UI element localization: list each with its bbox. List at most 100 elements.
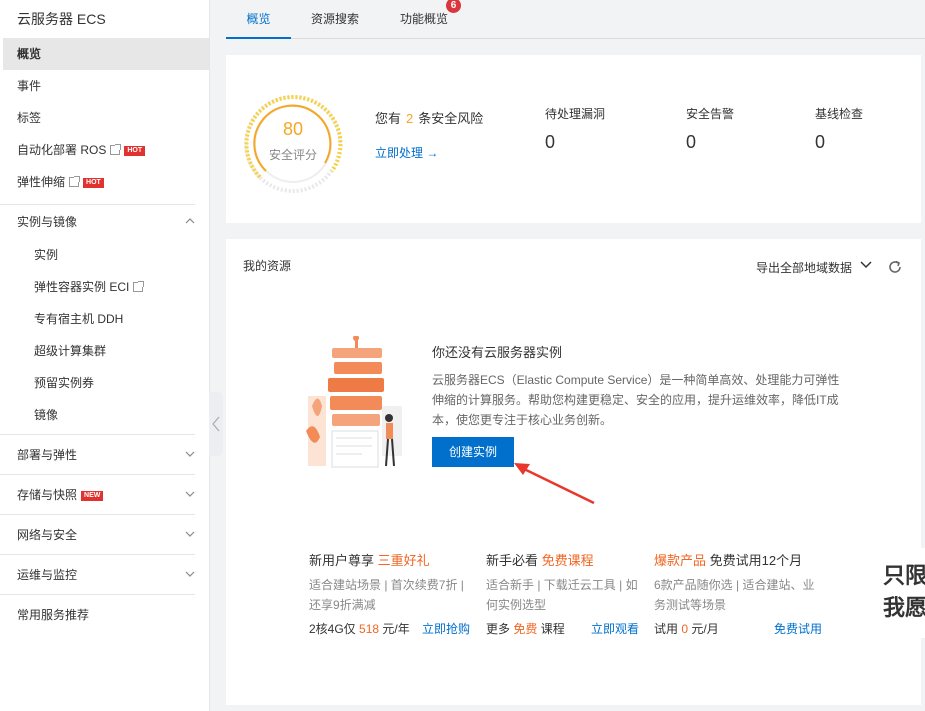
export-region-data-dropdown[interactable]: 导出全部地域数据 (756, 259, 852, 276)
sidebar-item-autoscaling[interactable]: 弹性伸缩 HOT (0, 166, 209, 198)
resources-card: 我的资源 导出全部地域数据 你还没有云服务器实例 云服务器ECS（Elastic… (226, 239, 921, 705)
sidebar-group-label: 部署与弹性 (17, 448, 78, 462)
stat-label: 安全告警 (686, 107, 735, 121)
hot-badge: HOT (124, 146, 146, 156)
promo-title: 新手必看 免费课程 (486, 550, 641, 569)
empty-state-title: 你还没有云服务器实例 (432, 345, 563, 360)
promo-price-text: 试用 (654, 622, 679, 636)
fix-now-link[interactable]: 立即处理 → (375, 144, 438, 161)
chevron-down-icon (185, 451, 195, 457)
watch-now-link[interactable]: 立即观看 (591, 620, 639, 637)
promo-title-highlight: 三重好礼 (377, 553, 430, 568)
sidebar-item-images[interactable]: 镜像 (0, 399, 209, 431)
red-arrow-annotation (514, 463, 595, 505)
sidebar-item-instances[interactable]: 实例 (0, 239, 209, 271)
promo-free-trial: 爆款产品 免费试用12个月 6款产品随你选 | 适合建站、业务测试等场景 (654, 550, 819, 615)
overlay-line: 我愿 (883, 595, 925, 620)
promo-price-unit: 元/月 (691, 622, 719, 636)
create-instance-button[interactable]: 创建实例 (432, 437, 514, 467)
chevron-down-icon (185, 491, 195, 497)
security-card: 80 安全评分 您有 2 条安全风险 立即处理 → 待处理漏洞 0 安全告警 0 基… (226, 55, 921, 223)
hot-badge: HOT (83, 178, 104, 188)
sidebar-group-label: 实例与镜像 (17, 215, 78, 229)
buy-now-link[interactable]: 立即抢购 (422, 620, 470, 637)
chevron-left-icon (212, 416, 220, 432)
promo-title-text: 新手必看 (486, 553, 539, 568)
external-link-icon (133, 281, 145, 292)
promo-title-highlight: 免费课程 (541, 553, 594, 568)
promo-price-value: 518 (359, 622, 380, 636)
security-score-label: 安全评分 (268, 148, 317, 162)
sidebar-item-label: 自动化部署 ROS (17, 143, 107, 157)
promo-new-user: 新用户尊享 三重好礼 适合建站场景 | 首次续费7折 | 还享9折满减 (309, 550, 474, 615)
chevron-down-icon (185, 571, 195, 577)
sidebar-group-label: 存储与快照 (17, 488, 78, 502)
promo-description: 适合新手 | 下载迁云工具 | 如何实例选型 (486, 578, 638, 612)
promo-description: 适合建站场景 | 首次续费7折 | 还享9折满减 (309, 578, 464, 612)
promo-price-unit: 课程 (540, 622, 565, 636)
promo-price: 更多 免费 课程 (486, 620, 565, 637)
tab-label: 资源搜索 (310, 12, 359, 26)
stat-label: 基线检查 (815, 107, 864, 121)
promo-price-unit: 元/年 (382, 622, 410, 636)
sidebar-group-label: 运维与监控 (17, 568, 78, 582)
refresh-icon[interactable] (887, 259, 903, 275)
sidebar-item-label: 标签 (17, 111, 42, 125)
stat-value: 0 (686, 132, 697, 152)
tab-label: 概览 (246, 12, 271, 26)
tab-resource-search[interactable]: 资源搜索 (302, 0, 368, 39)
sidebar-group-deployment[interactable]: 部署与弹性 (0, 434, 195, 474)
risk-count: 2 (406, 111, 414, 126)
risk-prefix: 您有 (375, 111, 402, 126)
server-illustration (306, 336, 402, 468)
sidebar-item-eci[interactable]: 弹性容器实例 ECI (0, 271, 209, 303)
stat-alerts[interactable]: 安全告警 0 (686, 105, 734, 153)
sidebar-item-tags[interactable]: 标签 (0, 102, 209, 134)
chevron-down-icon[interactable] (860, 260, 872, 270)
sidebar-group-ops[interactable]: 运维与监控 (0, 554, 195, 594)
promo-price-text: 2核4G仅 (309, 622, 356, 636)
sidebar-item-overview[interactable]: 概览 (3, 38, 209, 70)
sidebar-item-label: 概览 (17, 47, 42, 61)
sidebar-group-instances[interactable]: 实例与镜像 (0, 205, 195, 239)
sidebar-item-recommended[interactable]: 常用服务推荐 (0, 594, 195, 634)
sidebar-item-label: 弹性伸缩 (17, 175, 66, 189)
sidebar-group-network[interactable]: 网络与安全 (0, 514, 195, 554)
sidebar-item-events[interactable]: 事件 (0, 70, 209, 102)
sidebar-group-storage[interactable]: 存储与快照 NEW (0, 474, 195, 514)
sidebar-item-label: 镜像 (34, 408, 59, 422)
sidebar-item-label: 弹性容器实例 ECI (34, 280, 130, 294)
sidebar-item-scc[interactable]: 超级计算集群 (0, 335, 209, 367)
stat-vulnerabilities[interactable]: 待处理漏洞 0 (545, 105, 605, 153)
sidebar-item-label: 事件 (17, 79, 42, 93)
promo-title-text: 免费试用12个月 (709, 553, 803, 568)
sidebar-item-ros[interactable]: 自动化部署 ROS HOT (0, 134, 209, 166)
promo-price: 试用 0 元/月 (654, 620, 719, 637)
promo-title-text: 新用户尊享 (309, 553, 375, 568)
free-trial-link[interactable]: 免费试用 (774, 620, 822, 637)
product-title: 云服务器 ECS (17, 11, 106, 27)
sidebar-item-label: 专有宿主机 DDH (34, 312, 124, 326)
security-risk-summary: 您有 2 条安全风险 (375, 108, 483, 127)
sidebar-collapse-handle[interactable] (209, 392, 223, 456)
new-badge: NEW (81, 491, 104, 501)
promo-price-text: 更多 (486, 622, 511, 636)
empty-state-description: 云服务器ECS（Elastic Compute Service）是一种简单高效、… (432, 373, 840, 427)
stat-value: 0 (545, 132, 556, 152)
sidebar-group-label: 网络与安全 (17, 528, 78, 542)
security-score: 80 (282, 119, 304, 139)
sidebar-group-label: 常用服务推荐 (17, 608, 90, 622)
stat-baseline[interactable]: 基线检查 0 (815, 105, 863, 153)
tab-overview[interactable]: 概览 (226, 0, 291, 39)
promo-title: 爆款产品 免费试用12个月 (654, 550, 819, 569)
sidebar-item-ddh[interactable]: 专有宿主机 DDH (0, 303, 209, 335)
stat-value: 0 (815, 132, 826, 152)
promo-title-highlight: 爆款产品 (654, 553, 707, 568)
sidebar-item-label: 预留实例券 (34, 376, 95, 390)
tab-label: 功能概览 (399, 12, 448, 26)
external-link-icon (69, 176, 81, 187)
sidebar: 云服务器 ECS 概览 事件 标签 自动化部署 ROS HOT 弹性伸缩 HOT 实… (0, 0, 210, 711)
risk-suffix: 条安全风险 (418, 111, 484, 126)
sidebar-item-reserved-instances[interactable]: 预留实例券 (0, 367, 209, 399)
promo-price-value: 免费 (513, 622, 538, 636)
